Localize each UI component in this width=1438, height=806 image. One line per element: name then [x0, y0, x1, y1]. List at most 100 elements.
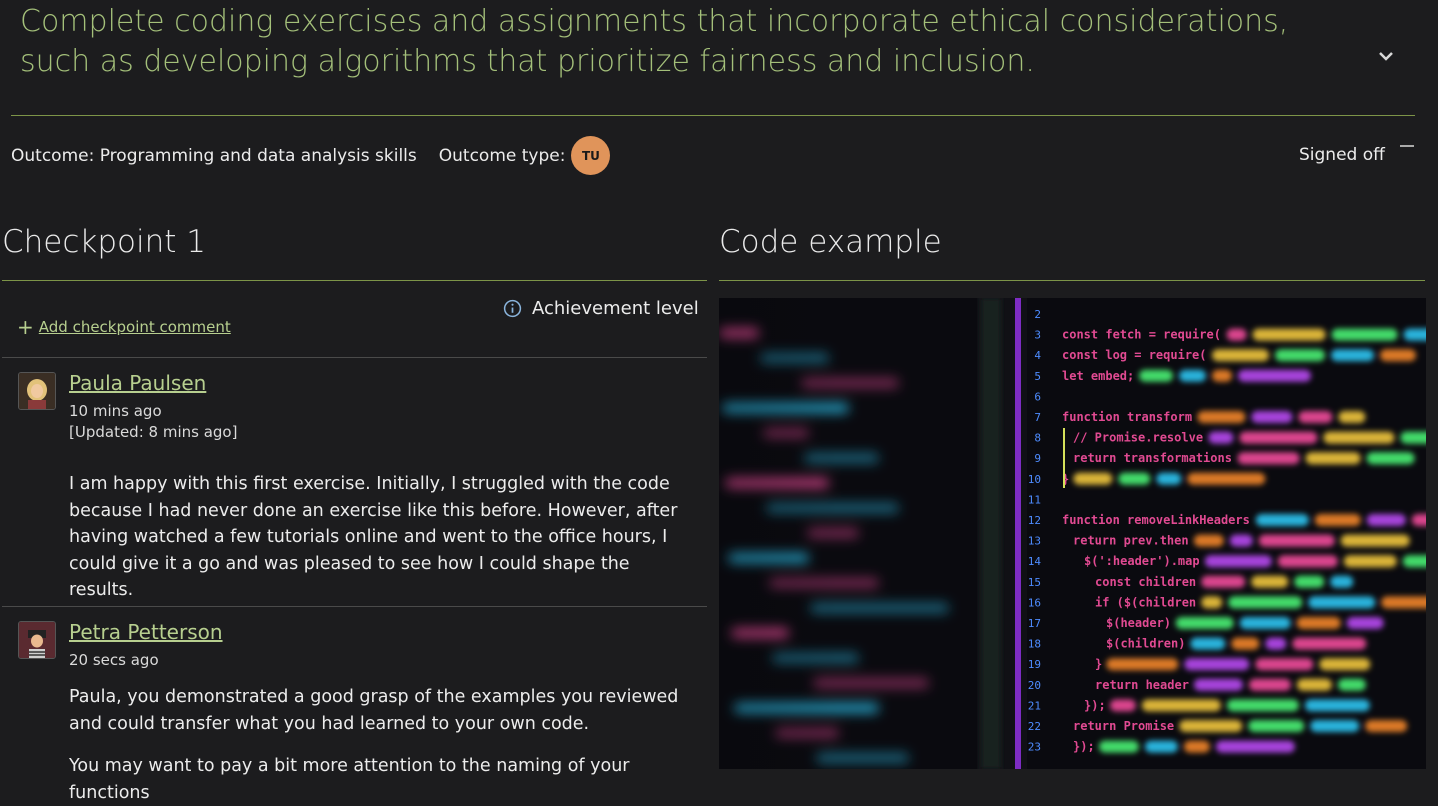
code-line-number: 19 [1028, 658, 1041, 671]
code-line-number: 7 [1034, 411, 1041, 424]
code-example-title: Code example [719, 224, 942, 260]
code-line-text: const fetch = require( [1062, 328, 1221, 342]
code-blur-token [1109, 699, 1136, 712]
plus-icon: + [17, 315, 34, 339]
goal-divider [11, 115, 1415, 116]
code-line-text: function transform [1062, 410, 1192, 424]
status-signed-off: Signed off [1299, 145, 1385, 165]
code-line-number: 23 [1028, 741, 1041, 754]
add-checkpoint-comment-button[interactable]: + Add checkpoint comment [17, 315, 231, 339]
code-blur-token [1184, 658, 1250, 671]
chevron-down-icon[interactable] [1376, 46, 1396, 66]
code-line-text: if ($(children [1095, 595, 1196, 609]
code-blur-token [1402, 555, 1426, 568]
code-blur-token [1337, 678, 1366, 691]
code-blur-token [1381, 596, 1426, 609]
code-blur-token [1411, 514, 1426, 526]
code-line-number: 8 [1034, 432, 1041, 445]
code-blur-token [1296, 678, 1332, 691]
code-line-text: $(header) [1106, 616, 1171, 630]
code-blur-token [1197, 411, 1246, 423]
code-line-number: 14 [1028, 555, 1042, 568]
code-blur-token [1338, 411, 1366, 423]
code-line-number: 22 [1028, 720, 1041, 733]
outcome-type-label: Outcome type: [438, 145, 566, 166]
code-blur-token [1346, 617, 1384, 629]
code-line-number: 17 [1028, 617, 1041, 630]
code-line-number: 9 [1034, 452, 1041, 465]
code-blur-token [1330, 575, 1354, 588]
code-blur-token [1403, 328, 1426, 341]
checkpoint-title: Checkpoint 1 [2, 224, 206, 260]
comment-author[interactable]: Paula Paulsen [69, 371, 206, 395]
code-blur-token [1187, 472, 1266, 485]
checkpoint-divider [2, 280, 707, 281]
code-blur-token [1212, 349, 1269, 362]
code-blur-token [1265, 637, 1287, 650]
comment-author[interactable]: Petra Petterson [69, 620, 223, 644]
achievement-level-label: Achievement level [532, 298, 699, 319]
code-blur-token [1208, 431, 1234, 444]
achievement-level[interactable]: Achievement level [503, 298, 699, 319]
code-blur-token [1175, 617, 1234, 629]
code-blur-token [1139, 369, 1173, 382]
code-blur-token [1343, 555, 1397, 568]
code-blur-token [1201, 596, 1223, 609]
code-line-number: 11 [1028, 493, 1041, 506]
code-blur-token [1277, 555, 1338, 568]
code-line-number: 2 [1034, 308, 1041, 321]
comment-body: I am happy with this first exercise. Ini… [69, 474, 678, 600]
code-blur-token [1308, 596, 1376, 609]
avatar [18, 372, 56, 410]
code-blur-token [1252, 328, 1326, 341]
code-line-text: const log = require( [1062, 348, 1207, 362]
code-example-divider [719, 280, 1425, 281]
code-blur-token [1098, 740, 1139, 753]
code-line-text: return transformations [1073, 451, 1232, 465]
code-blur-token [1144, 740, 1178, 753]
code-blur-token [1183, 740, 1210, 753]
comment-body: You may want to pay a bit more attention… [69, 756, 630, 803]
code-blur-token [1319, 658, 1371, 671]
code-blur-token [1310, 720, 1360, 732]
outcome-label: Outcome: Programming and data analysis s… [11, 145, 417, 166]
code-blur-token [1251, 575, 1289, 588]
code-blur-token [1292, 637, 1367, 650]
code-blur-token [1340, 534, 1410, 547]
code-blur-token [1380, 349, 1416, 362]
code-blur-token [1179, 720, 1243, 732]
code-line-text: $(children) [1106, 637, 1185, 651]
goal-title: Complete coding exercises and assignment… [20, 4, 1289, 79]
code-line-number: 12 [1028, 514, 1041, 527]
code-line-text: $(':header').map [1084, 554, 1200, 568]
code-blur-token [1118, 472, 1151, 485]
code-blur-token [1366, 452, 1415, 465]
add-checkpoint-comment-label: Add checkpoint comment [38, 318, 231, 336]
collapse-icon[interactable] [1400, 145, 1414, 147]
code-line-number: 6 [1034, 390, 1041, 403]
code-blur-token [1226, 699, 1299, 712]
comment-updated: [Updated: 8 mins ago] [69, 423, 238, 441]
code-line-text: let embed; [1062, 369, 1134, 383]
code-blur-token [1365, 720, 1408, 732]
code-blur-token [1106, 658, 1179, 671]
code-blur-token [1229, 534, 1253, 547]
comment-time: 20 secs ago [69, 651, 159, 669]
code-blur-token [1237, 452, 1300, 465]
code-line-text: return header [1095, 678, 1189, 692]
code-blur-token [1366, 514, 1406, 526]
code-blur-token [1255, 514, 1309, 526]
code-blur-token [1201, 575, 1246, 588]
code-blur-token [1212, 369, 1232, 382]
comment-divider [2, 606, 707, 607]
code-line-number: 21 [1028, 699, 1041, 712]
code-blur-token [1215, 740, 1295, 753]
code-blur-token [1193, 534, 1224, 547]
code-line-number: 10 [1028, 473, 1041, 486]
code-line-text: } [1095, 657, 1102, 671]
code-blur-token [1331, 349, 1374, 362]
code-blur-token [1296, 617, 1341, 629]
code-blur-token [1258, 534, 1335, 547]
code-blur-token [1190, 637, 1226, 650]
code-line-text: return prev.then [1073, 534, 1189, 548]
